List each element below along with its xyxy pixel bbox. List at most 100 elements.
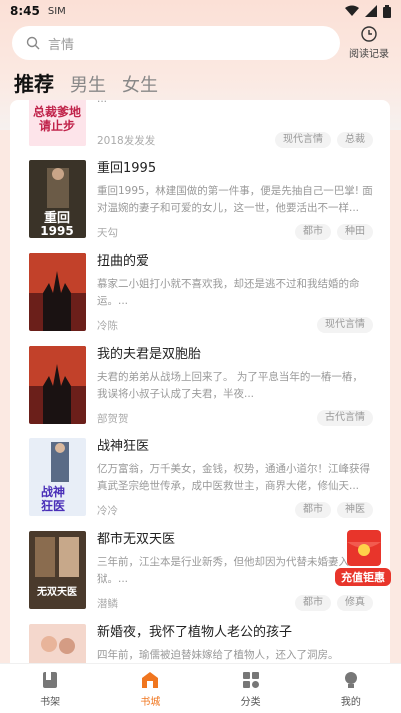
book-tag[interactable]: 现代言情 xyxy=(275,132,331,148)
book-info: 重回1995 重回1995，林建国做的第一件事，便是先抽自己一巴掌! 面对温婉的… xyxy=(97,160,373,240)
book-tag[interactable]: 现代言情 xyxy=(317,317,373,333)
search-row: 言情 阅读记录 xyxy=(12,25,393,61)
book-info: 战神狂医 亿万富翁，万千美女，金钱，权势，通通小道尔！江峰获得真武圣宗绝世传承，… xyxy=(97,438,373,518)
category-tabs: 推荐 男生 女生 xyxy=(14,68,158,97)
bookshelf-icon xyxy=(43,671,58,688)
book-item[interactable]: 我的夫君是双胞胎 夫君的弟弟从战场上回来了。 为了平息当年的一樁一樁，我误将小叔… xyxy=(29,346,373,426)
book-tag[interactable]: 修真 xyxy=(337,595,373,611)
sim-icon: SIM xyxy=(47,5,66,17)
book-item[interactable]: 总裁爹地 请止步 ... 2018发发发 现代言情 总裁 xyxy=(29,100,373,148)
book-cover: 无双天医 xyxy=(29,531,86,609)
svg-text:战神: 战神 xyxy=(41,484,65,499)
book-info: 扭曲的爱 慕家二小姐打小就不喜欢我，却还是逃不过和我结婚的命运。... 冷陈 现… xyxy=(97,253,373,333)
signal-icon xyxy=(365,5,377,17)
tab-category[interactable]: 分类 xyxy=(201,664,301,713)
search-icon xyxy=(26,36,40,50)
wifi-icon xyxy=(345,5,359,16)
book-desc: ... xyxy=(97,100,373,125)
book-meta: 潜鳞 都市 修真 xyxy=(97,595,373,611)
profile-icon xyxy=(344,671,357,688)
book-cover: 战神 狂医 xyxy=(29,438,86,516)
book-title: 扭曲的爱 xyxy=(97,254,150,269)
book-cover xyxy=(29,346,86,424)
red-envelope-icon: 充值钜惠 xyxy=(335,530,391,586)
book-title: 我的夫君是双胞胎 xyxy=(97,347,202,362)
search-placeholder: 言情 xyxy=(48,37,75,53)
cover-art: 无双天医 xyxy=(29,531,86,609)
book-tags: 都市 种田 xyxy=(295,224,373,240)
book-title: 都市无双天医 xyxy=(97,532,176,547)
book-tags: 现代言情 xyxy=(317,317,373,333)
book-author: 潜鳞 xyxy=(97,597,118,610)
cover-art: 战神 狂医 xyxy=(29,438,86,516)
svg-text:无双天医: 无双天医 xyxy=(36,586,77,598)
book-item[interactable]: 无双天医 都市无双天医 三年前，江尘本是行业新秀，但他却因为代替未婚妻入狱。..… xyxy=(29,531,373,611)
promo-label: 充值钜惠 xyxy=(341,570,385,584)
book-desc: 慕家二小姐打小就不喜欢我，却还是逃不过和我结婚的命运。... xyxy=(97,278,360,307)
book-item[interactable]: 战神 狂医 战神狂医 亿万富翁，万千美女，金钱，权势，通通小道尔！江峰获得真武圣… xyxy=(29,438,373,518)
book-meta: 冷冷 都市 神医 xyxy=(97,502,373,518)
book-desc: 夫君的弟弟从战场上回来了。 为了平息当年的一樁一樁，我误将小叔子认成了夫君，半夜… xyxy=(97,371,363,400)
book-cover: 重回 1995 xyxy=(29,160,86,238)
category-icon xyxy=(242,671,259,688)
book-tag[interactable]: 都市 xyxy=(295,502,331,518)
book-meta: 部贺贺 古代言情 xyxy=(97,410,373,426)
book-item[interactable]: 扭曲的爱 慕家二小姐打小就不喜欢我，却还是逃不过和我结婚的命运。... 冷陈 现… xyxy=(29,253,373,333)
book-tags: 都市 修真 xyxy=(295,595,373,611)
tab-female[interactable]: 女生 xyxy=(122,71,158,97)
book-desc: 重回1995，林建国做的第一件事，便是先抽自己一巴掌! 面对温婉的妻子和可爱的女… xyxy=(97,185,373,214)
status-bar: 8:45 SIM xyxy=(0,0,401,22)
tab-male[interactable]: 男生 xyxy=(70,71,106,97)
book-tags: 古代言情 xyxy=(317,410,373,426)
svg-text:狂医: 狂医 xyxy=(41,498,65,513)
tab-category-label: 分类 xyxy=(240,696,261,708)
reading-history-button[interactable]: 阅读记录 xyxy=(345,26,393,60)
book-cover xyxy=(29,253,86,331)
svg-text:请止步: 请止步 xyxy=(39,118,75,133)
search-input[interactable]: 言情 xyxy=(12,26,340,60)
reading-history-label: 阅读记录 xyxy=(349,49,389,60)
book-meta: 冷陈 现代言情 xyxy=(97,317,373,333)
book-author: 部贺贺 xyxy=(97,412,129,425)
book-author: 2018发发发 xyxy=(97,134,156,147)
book-meta: 2018发发发 现代言情 总裁 xyxy=(97,132,373,148)
book-meta: 天勾 都市 种田 xyxy=(97,224,373,240)
book-title: 战神狂医 xyxy=(97,439,150,454)
tab-bookshelf[interactable]: 书架 xyxy=(0,664,100,713)
cover-art: 重回 1995 xyxy=(29,160,86,238)
book-tag[interactable]: 总裁 xyxy=(337,132,373,148)
tab-bookshelf-label: 书架 xyxy=(40,696,61,708)
svg-text:1995: 1995 xyxy=(40,224,73,238)
store-icon xyxy=(142,671,159,688)
book-cover: 总裁爹地 请止步 xyxy=(29,100,86,146)
clock-icon xyxy=(361,26,377,42)
book-author: 天勾 xyxy=(97,226,118,239)
book-tag[interactable]: 都市 xyxy=(295,224,331,240)
book-tag[interactable]: 神医 xyxy=(337,502,373,518)
book-tags: 都市 神医 xyxy=(295,502,373,518)
book-info: 都市无双天医 三年前，江尘本是行业新秀，但他却因为代替未婚妻入狱。... 潜鳞 … xyxy=(97,531,373,611)
book-author: 冷冷 xyxy=(97,504,118,517)
book-title: 新婚夜，我怀了植物人老公的孩子 xyxy=(97,625,293,640)
book-desc: 亿万富翁，万千美女，金钱，权势，通通小道尔！江峰获得真武圣宗绝世传承，成中医救世… xyxy=(97,463,370,492)
tab-bookstore[interactable]: 书城 xyxy=(100,664,200,713)
book-item[interactable]: 重回 1995 重回1995 重回1995，林建国做的第一件事，便是先抽自己一巴… xyxy=(29,160,373,240)
book-info: 我的夫君是双胞胎 夫君的弟弟从战场上回来了。 为了平息当年的一樁一樁，我误将小叔… xyxy=(97,346,373,426)
book-title: 重回1995 xyxy=(97,161,157,176)
book-tag[interactable]: 种田 xyxy=(337,224,373,240)
status-time: 8:45 xyxy=(10,4,40,18)
recharge-promo-button[interactable]: 充值钜惠 xyxy=(333,526,393,588)
cover-art xyxy=(29,253,86,331)
book-info: ... 2018发发发 现代言情 总裁 xyxy=(97,100,373,148)
battery-icon xyxy=(383,4,391,18)
book-tag[interactable]: 都市 xyxy=(295,595,331,611)
tab-recommend[interactable]: 推荐 xyxy=(14,68,54,97)
svg-text:总裁爹地: 总裁爹地 xyxy=(33,104,81,119)
book-tag[interactable]: 古代言情 xyxy=(317,410,373,426)
bottom-tab-bar: 书架 书城 分类 我的 xyxy=(0,663,401,713)
cover-art xyxy=(29,346,86,424)
book-desc: 三年前，江尘本是行业新秀，但他却因为代替未婚妻入狱。... xyxy=(97,556,349,585)
cover-art: 总裁爹地 请止步 xyxy=(29,100,86,146)
tab-profile[interactable]: 我的 xyxy=(301,664,401,713)
tab-profile-label: 我的 xyxy=(340,696,361,708)
